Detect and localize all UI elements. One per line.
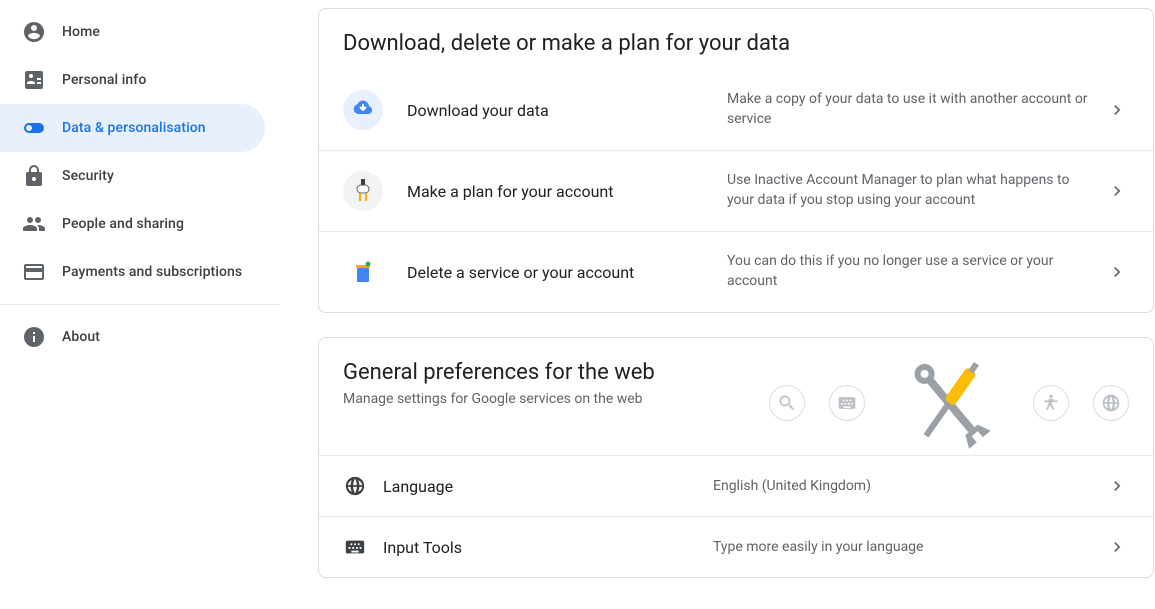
sidebar: Home Personal info Data & personalisatio… <box>0 0 280 609</box>
chevron-right-icon <box>1105 179 1129 203</box>
sidebar-item-about[interactable]: About <box>0 313 265 361</box>
toggle-icon <box>22 116 46 140</box>
general-preferences-card: General preferences for the web Manage s… <box>318 337 1154 578</box>
row-account-plan[interactable]: Make a plan for your account Use Inactiv… <box>319 150 1153 231</box>
chevron-right-icon <box>1105 260 1129 284</box>
card-title: Download, delete or make a plan for your… <box>343 31 1129 56</box>
personal-info-icon <box>22 68 46 92</box>
globe-icon <box>343 474 367 498</box>
sidebar-label: Personal info <box>62 72 146 88</box>
sidebar-item-data-personalisation[interactable]: Data & personalisation <box>0 104 265 152</box>
row-desc: You can do this if you no longer use a s… <box>727 252 1105 291</box>
row-input-tools[interactable]: Input Tools Type more easily in your lan… <box>319 516 1153 577</box>
tools-illustration-icon <box>889 348 1009 458</box>
sidebar-label: Payments and subscriptions <box>62 264 242 280</box>
card-header: General preferences for the web Manage s… <box>319 338 1153 455</box>
main-content: Download, delete or make a plan for your… <box>280 0 1155 609</box>
row-title: Download your data <box>407 101 727 120</box>
account-circle-icon <box>22 20 46 44</box>
row-title: Make a plan for your account <box>407 182 727 201</box>
sidebar-divider <box>0 304 280 305</box>
info-icon <box>22 325 46 349</box>
card-header: Download, delete or make a plan for your… <box>319 9 1153 70</box>
row-delete-service[interactable]: Delete a service or your account You can… <box>319 231 1153 312</box>
sidebar-item-payments[interactable]: Payments and subscriptions <box>0 248 265 296</box>
sidebar-item-people-sharing[interactable]: People and sharing <box>0 200 265 248</box>
row-title: Input Tools <box>383 538 713 557</box>
chevron-right-icon <box>1105 535 1129 559</box>
row-desc: English (United Kingdom) <box>713 478 1105 494</box>
row-download-data[interactable]: Download your data Make a copy of your d… <box>319 70 1153 150</box>
sidebar-item-personal-info[interactable]: Personal info <box>0 56 265 104</box>
accessibility-pref-icon <box>1033 385 1069 421</box>
row-desc: Use Inactive Account Manager to plan wha… <box>727 171 1105 210</box>
trash-icon <box>343 252 383 292</box>
sidebar-label: Data & personalisation <box>62 120 206 136</box>
keyboard-icon <box>343 535 367 559</box>
row-title: Delete a service or your account <box>407 263 727 282</box>
keyboard-pref-icon <box>829 385 865 421</box>
cloud-download-icon <box>343 90 383 130</box>
chevron-right-icon <box>1105 98 1129 122</box>
preferences-illustration <box>769 348 1129 458</box>
sidebar-item-home[interactable]: Home <box>0 8 265 56</box>
sidebar-label: Security <box>62 168 114 184</box>
row-title: Language <box>383 477 713 496</box>
row-desc: Make a copy of your data to use it with … <box>727 90 1105 129</box>
lock-icon <box>22 164 46 188</box>
globe-pref-icon <box>1093 385 1129 421</box>
people-icon <box>22 212 46 236</box>
search-pref-icon <box>769 385 805 421</box>
data-plan-card: Download, delete or make a plan for your… <box>318 8 1154 313</box>
plug-icon <box>343 171 383 211</box>
sidebar-label: About <box>62 329 100 345</box>
row-language[interactable]: Language English (United Kingdom) <box>319 455 1153 516</box>
payment-icon <box>22 260 46 284</box>
sidebar-label: People and sharing <box>62 216 184 232</box>
row-desc: Type more easily in your language <box>713 539 1105 555</box>
sidebar-label: Home <box>62 24 100 40</box>
sidebar-item-security[interactable]: Security <box>0 152 265 200</box>
chevron-right-icon <box>1105 474 1129 498</box>
